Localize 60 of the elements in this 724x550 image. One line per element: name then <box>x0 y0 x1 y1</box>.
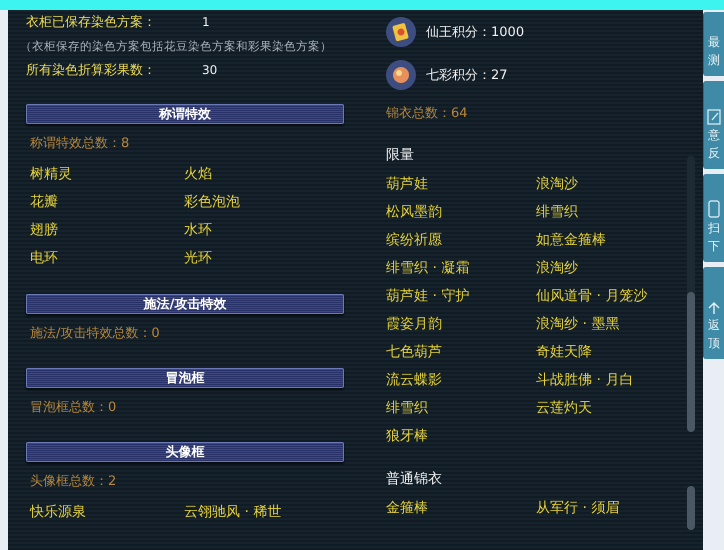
costume-name: 仙风道骨 · 月笼沙 <box>536 287 648 306</box>
arrow-up-icon <box>708 301 720 315</box>
costume-name: 绯雪织 <box>386 399 428 418</box>
costume-name: 葫芦娃 · 守护 <box>386 287 470 306</box>
side-button[interactable]: 返 顶 <box>703 267 724 359</box>
phone-icon <box>708 200 720 218</box>
effect-name: 翅膀 <box>30 221 58 240</box>
count-text: 锦衣总数：64 <box>386 105 469 123</box>
points-text: 仙王积分：1000 <box>426 24 524 40</box>
effect-name: 云翎驰风 · 稀世 <box>184 503 282 522</box>
stat-label: 所有染色折算彩果数： <box>26 62 157 79</box>
note-text: （衣柜保存的染色方案包括花豆染色方案和彩果染色方案） <box>20 38 332 54</box>
costume-name: 浪淘纱 <box>536 259 578 278</box>
side-button[interactable]: 意 反 <box>703 81 724 169</box>
section-header: 冒泡框 <box>26 368 344 388</box>
stat-value: 1 <box>202 15 210 29</box>
count-text: 称谓特效总数：8 <box>30 135 130 153</box>
scrollbar[interactable] <box>687 486 695 530</box>
orb-icon <box>386 60 416 90</box>
group-title: 限量 <box>386 146 415 165</box>
costume-name: 狼牙棒 <box>386 427 428 446</box>
costume-name: 葫芦娃 <box>386 175 428 194</box>
count-text: 冒泡框总数：0 <box>30 399 118 417</box>
count-text: 施法/攻击特效总数：0 <box>30 325 161 343</box>
count-text: 头像框总数：2 <box>30 473 118 491</box>
costume-name: 绯雪织 · 凝霜 <box>386 259 470 278</box>
stat-label: 衣柜已保存染色方案： <box>26 14 157 31</box>
costume-name: 奇娃天降 <box>536 343 592 362</box>
costume-name: 流云蝶影 <box>386 371 442 390</box>
costume-name: 如意金箍棒 <box>536 231 606 250</box>
effect-name: 彩色泡泡 <box>184 193 240 212</box>
effect-name: 树精灵 <box>30 165 72 184</box>
costume-name: 绯雪织 <box>536 203 578 222</box>
costume-name: 松风墨韵 <box>386 203 442 222</box>
effect-name: 光环 <box>184 249 212 268</box>
effect-name: 电环 <box>30 249 58 268</box>
section-header: 称谓特效 <box>26 104 344 124</box>
side-button[interactable]: 扫 下 <box>703 174 724 262</box>
costume-name: 斗战胜佛 · 月白 <box>536 371 634 390</box>
card-icon <box>386 16 416 46</box>
costume-name: 金箍棒 <box>386 499 428 518</box>
section-header: 施法/攻击特效 <box>26 294 344 314</box>
costume-name: 浪淘沙 <box>536 175 578 194</box>
costume-name: 缤纷祈愿 <box>386 231 442 250</box>
costume-name: 霞姿月韵 <box>386 315 442 334</box>
points-text: 七彩积分：27 <box>426 66 508 84</box>
group-title: 普通锦衣 <box>386 470 443 489</box>
effect-name: 火焰 <box>184 165 212 184</box>
costume-name: 云莲灼天 <box>536 399 592 418</box>
edit-icon <box>707 109 721 125</box>
side-button[interactable]: 最 测 <box>703 12 724 76</box>
costume-name: 七色葫芦 <box>386 343 442 362</box>
scrollbar[interactable] <box>687 156 695 432</box>
effect-name: 花瓣 <box>30 193 58 212</box>
costume-name: 从军行 · 须眉 <box>536 499 620 518</box>
section-header: 头像框 <box>26 442 344 462</box>
effect-name: 快乐源泉 <box>30 503 86 522</box>
effect-name: 水环 <box>184 221 212 240</box>
costume-name: 浪淘纱 · 墨黑 <box>536 315 620 334</box>
stat-value: 30 <box>202 63 218 77</box>
